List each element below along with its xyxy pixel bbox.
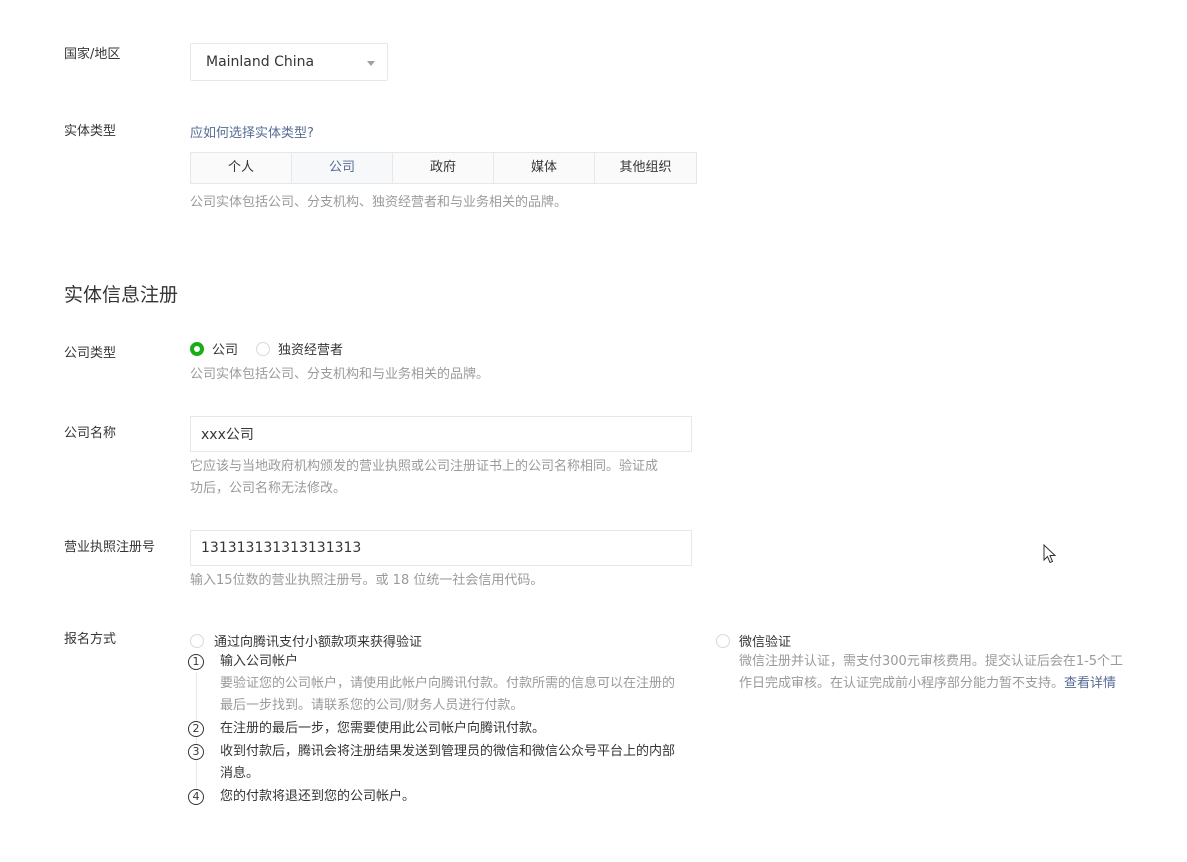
entity-type-hint: 公司实体包括公司、分支机构、独资经营者和与业务相关的品牌。 (190, 195, 568, 210)
step-1-desc-line2: 最后一步找到。请联系您的公司/财务人员进行付款。 (220, 698, 524, 713)
radio-unchecked-icon (256, 341, 271, 356)
wechat-desc-line2-wrap: 作日完成审核。在认证完成前小程序部分能力暂不支持。查看详情 (739, 673, 1116, 695)
registration-option-payment[interactable]: 通过向腾讯支付小额款项来获得验证 (190, 631, 422, 650)
company-type-option-sole-proprietor-label: 独资经营者 (278, 343, 344, 358)
entity-type-label: 实体类型 (64, 124, 117, 139)
step-1-desc-line1: 要验证您的公司帐户，请使用此帐户向腾讯付款。付款所需的信息可以在注册的 (220, 676, 676, 691)
company-type-option-sole-proprietor[interactable]: 独资经营者 (256, 339, 343, 358)
step-2-title: 在注册的最后一步，您需要使用此公司帐户向腾讯付款。 (220, 721, 546, 736)
registration-option-wechat[interactable]: 微信验证 (716, 631, 791, 650)
step-number-3: 3 (188, 744, 204, 760)
caret-down-icon (367, 61, 375, 66)
entity-type-tabs: 个人 公司 政府 媒体 其他组织 (190, 152, 697, 184)
mouse-pointer-icon (1043, 544, 1057, 564)
company-type-radio-group: 公司 独资经营者 (190, 339, 343, 358)
tab-personal[interactable]: 个人 (191, 153, 292, 183)
wechat-desc-line1: 微信注册并认证，需支付300元审核费用。提交认证后会在1-5个工 (739, 654, 1124, 669)
radio-unchecked-icon (716, 633, 730, 648)
step-number-2: 2 (188, 721, 204, 737)
step-3-title-line2: 消息。 (220, 766, 260, 781)
company-type-hint: 公司实体包括公司、分支机构和与业务相关的品牌。 (190, 367, 490, 382)
section-title: 实体信息注册 (64, 284, 179, 306)
country-label: 国家/地区 (64, 47, 121, 62)
step-number-1: 1 (188, 654, 204, 670)
company-name-input[interactable] (190, 416, 692, 452)
country-selected-value: Mainland China (206, 54, 315, 70)
step-1-title: 输入公司帐户 (220, 654, 299, 669)
entity-type-help-link[interactable]: 应如何选择实体类型? (190, 122, 314, 141)
tab-other-org[interactable]: 其他组织 (595, 153, 696, 183)
company-type-label: 公司类型 (64, 346, 117, 361)
license-number-input[interactable] (190, 530, 692, 566)
tab-government[interactable]: 政府 (393, 153, 494, 183)
wechat-desc-line2: 作日完成审核。在认证完成前小程序部分能力暂不支持。 (739, 676, 1065, 691)
radio-checked-icon (190, 341, 204, 356)
company-type-option-company-label: 公司 (212, 343, 239, 358)
radio-unchecked-icon (190, 633, 204, 648)
tab-company[interactable]: 公司 (292, 153, 393, 183)
wechat-details-link[interactable]: 查看详情 (1064, 676, 1116, 691)
step-3-title-line1: 收到付款后，腾讯会将注册结果发送到管理员的微信和微信公众号平台上的内部 (220, 744, 676, 759)
registration-method-label: 报名方式 (64, 632, 117, 647)
registration-form-page: 国家/地区 Mainland China 实体类型 应如何选择实体类型? 个人 … (0, 0, 1187, 862)
license-hint: 输入15位数的营业执照注册号。或 18 位统一社会信用代码。 (190, 573, 544, 588)
company-name-label: 公司名称 (64, 426, 117, 441)
step-4-title: 您的付款将退还到您的公司帐户。 (220, 789, 416, 804)
tab-media[interactable]: 媒体 (494, 153, 595, 183)
step-number-4: 4 (188, 789, 204, 805)
company-type-option-company[interactable]: 公司 (190, 339, 238, 358)
country-select[interactable]: Mainland China (190, 43, 388, 81)
license-label: 营业执照注册号 (64, 540, 156, 555)
registration-option-payment-label: 通过向腾讯支付小额款项来获得验证 (214, 635, 423, 650)
company-name-hint-line1: 它应该与当地政府机构颁发的营业执照或公司注册证书上的公司名称相同。验证成 (190, 459, 659, 474)
registration-option-wechat-label: 微信验证 (739, 635, 792, 650)
company-name-hint-line2: 功后，公司名称无法修改。 (190, 481, 347, 496)
